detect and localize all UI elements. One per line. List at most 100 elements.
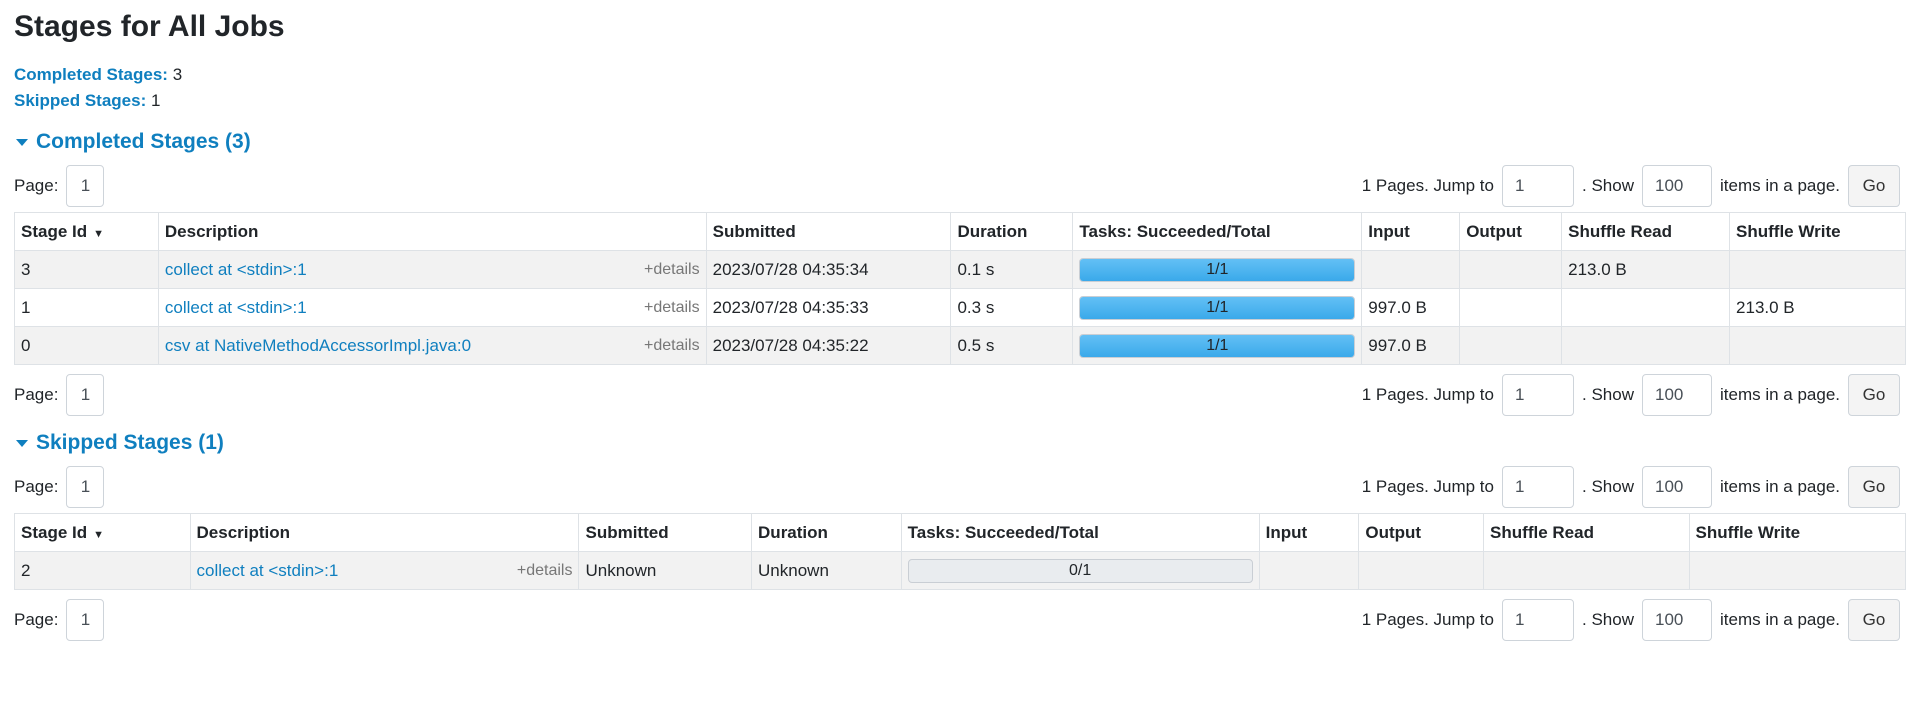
page-label: Page: — [14, 385, 59, 404]
column-header-shuffle-write[interactable]: Shuffle Write — [1688, 513, 1907, 552]
shuffle-write-cell: 213.0 B — [1729, 288, 1906, 327]
show-text: . Show — [1582, 176, 1634, 195]
column-header-description[interactable]: Description — [189, 513, 580, 552]
go-button[interactable]: Go — [1848, 466, 1900, 508]
duration-cell: Unknown — [751, 551, 902, 590]
shuffle-read-cell — [1483, 551, 1690, 590]
stage-summary: Completed Stages: 3 Skipped Stages: 1 — [14, 62, 1900, 114]
show-text: . Show — [1582, 477, 1634, 496]
details-toggle[interactable]: +details — [517, 562, 573, 580]
pages-text: 1 Pages. Jump to — [1361, 610, 1494, 629]
shuffle-write-cell — [1688, 551, 1907, 590]
stage-id-cell: 0 — [14, 326, 159, 365]
page-label: Page: — [14, 176, 59, 195]
output-cell — [1459, 250, 1563, 289]
column-header-stage-id[interactable]: Stage Id ▼ — [14, 513, 191, 552]
completed-stages-heading: Completed Stages (3) — [36, 130, 251, 153]
page-number-input[interactable] — [66, 374, 105, 416]
sort-desc-icon: ▼ — [93, 528, 105, 541]
table-row: 2 collect at <stdin>:1 +details Unknown U… — [14, 551, 1907, 590]
items-text: items in a page. — [1719, 385, 1840, 404]
completed-stages-table: Stage Id ▼ Description Submitted Duration… — [14, 212, 1906, 365]
pagination-bottom-skipped: Page: 1 Pages. Jump to . Show items in a… — [14, 594, 1900, 646]
column-header-shuffle-write[interactable]: Shuffle Write — [1729, 212, 1906, 251]
duration-cell: 0.1 s — [950, 250, 1074, 289]
column-header-shuffle-read[interactable]: Shuffle Read — [1483, 513, 1690, 552]
page-size-input[interactable] — [1641, 466, 1712, 508]
completed-stages-label: Completed Stages: — [14, 65, 168, 84]
details-toggle[interactable]: +details — [644, 261, 700, 279]
pagination-top-completed: Page: 1 Pages. Jump to . Show items in a… — [14, 160, 1900, 212]
stage-description-link[interactable]: collect at <stdin>:1 — [165, 260, 307, 280]
submitted-cell: Unknown — [578, 551, 753, 590]
show-text: . Show — [1582, 385, 1634, 404]
shuffle-read-cell: 213.0 B — [1561, 250, 1731, 289]
page-size-input[interactable] — [1641, 599, 1712, 641]
column-header-output[interactable]: Output — [1358, 513, 1485, 552]
column-header-duration[interactable]: Duration — [950, 212, 1074, 251]
completed-stages-link[interactable]: Completed Stages: — [14, 65, 173, 84]
submitted-cell: 2023/07/28 04:35:22 — [705, 326, 952, 365]
page-size-input[interactable] — [1641, 374, 1712, 416]
table-header-row: Stage Id ▼ Description Submitted Duration… — [14, 513, 1907, 552]
input-cell: 997.0 B — [1361, 326, 1461, 365]
jump-to-page-input[interactable] — [1502, 599, 1574, 641]
tasks-progress-bar: 1/1 — [1079, 295, 1356, 320]
column-header-tasks[interactable]: Tasks: Succeeded/Total — [900, 513, 1260, 552]
jump-to-page-input[interactable] — [1502, 165, 1574, 207]
column-header-tasks[interactable]: Tasks: Succeeded/Total — [1072, 212, 1363, 251]
go-button[interactable]: Go — [1848, 165, 1900, 207]
column-header-input[interactable]: Input — [1258, 513, 1360, 552]
input-cell — [1258, 551, 1360, 590]
tasks-progress-bar: 1/1 — [1079, 333, 1356, 358]
submitted-cell: 2023/07/28 04:35:33 — [705, 288, 952, 327]
skipped-stages-label: Skipped Stages: — [14, 91, 147, 110]
column-header-output[interactable]: Output — [1459, 212, 1563, 251]
go-button[interactable]: Go — [1848, 374, 1900, 416]
page-number-input[interactable] — [66, 165, 105, 207]
jump-to-page-input[interactable] — [1502, 466, 1574, 508]
stage-description-link[interactable]: collect at <stdin>:1 — [165, 298, 307, 318]
sort-desc-icon: ▼ — [93, 227, 105, 240]
column-header-description[interactable]: Description — [157, 212, 707, 251]
input-cell — [1361, 250, 1461, 289]
pagination-bottom-completed: Page: 1 Pages. Jump to . Show items in a… — [14, 369, 1900, 421]
page-number-input[interactable] — [66, 466, 105, 508]
skipped-stages-link[interactable]: Skipped Stages: — [14, 91, 151, 110]
column-header-submitted[interactable]: Submitted — [578, 513, 753, 552]
completed-stages-toggle[interactable]: Completed Stages (3) — [14, 124, 1900, 160]
details-toggle[interactable]: +details — [644, 337, 700, 355]
column-header-stage-id[interactable]: Stage Id ▼ — [14, 212, 159, 251]
go-button[interactable]: Go — [1848, 599, 1900, 641]
duration-cell: 0.3 s — [950, 288, 1074, 327]
stage-description-link[interactable]: collect at <stdin>:1 — [197, 561, 339, 581]
submitted-cell: 2023/07/28 04:35:34 — [705, 250, 952, 289]
skipped-stages-toggle[interactable]: Skipped Stages (1) — [14, 425, 1900, 461]
shuffle-write-cell — [1729, 326, 1906, 365]
details-toggle[interactable]: +details — [644, 299, 700, 317]
shuffle-read-cell — [1561, 288, 1731, 327]
shuffle-read-cell — [1561, 326, 1731, 365]
stage-description-link[interactable]: csv at NativeMethodAccessorImpl.java:0 — [165, 336, 471, 356]
column-header-shuffle-read[interactable]: Shuffle Read — [1561, 212, 1731, 251]
completed-stages-count: 3 — [172, 65, 183, 84]
items-text: items in a page. — [1719, 176, 1840, 195]
items-text: items in a page. — [1719, 477, 1840, 496]
skipped-stages-heading: Skipped Stages (1) — [36, 431, 224, 454]
jump-to-page-input[interactable] — [1502, 374, 1574, 416]
column-header-input[interactable]: Input — [1361, 212, 1461, 251]
column-header-submitted[interactable]: Submitted — [705, 212, 952, 251]
page-title: Stages for All Jobs — [14, 10, 285, 43]
page-label: Page: — [14, 477, 59, 496]
show-text: . Show — [1582, 610, 1634, 629]
page-label: Page: — [14, 610, 59, 629]
caret-down-icon — [16, 138, 28, 146]
pagination-top-skipped: Page: 1 Pages. Jump to . Show items in a… — [14, 461, 1900, 513]
skipped-stages-table: Stage Id ▼ Description Submitted Duration… — [14, 513, 1907, 590]
page-size-input[interactable] — [1641, 165, 1712, 207]
column-header-duration[interactable]: Duration — [751, 513, 902, 552]
page-number-input[interactable] — [66, 599, 105, 641]
caret-down-icon — [16, 439, 28, 447]
output-cell — [1358, 551, 1485, 590]
table-row: 1 collect at <stdin>:1 +details 2023/07/2… — [14, 288, 1906, 327]
